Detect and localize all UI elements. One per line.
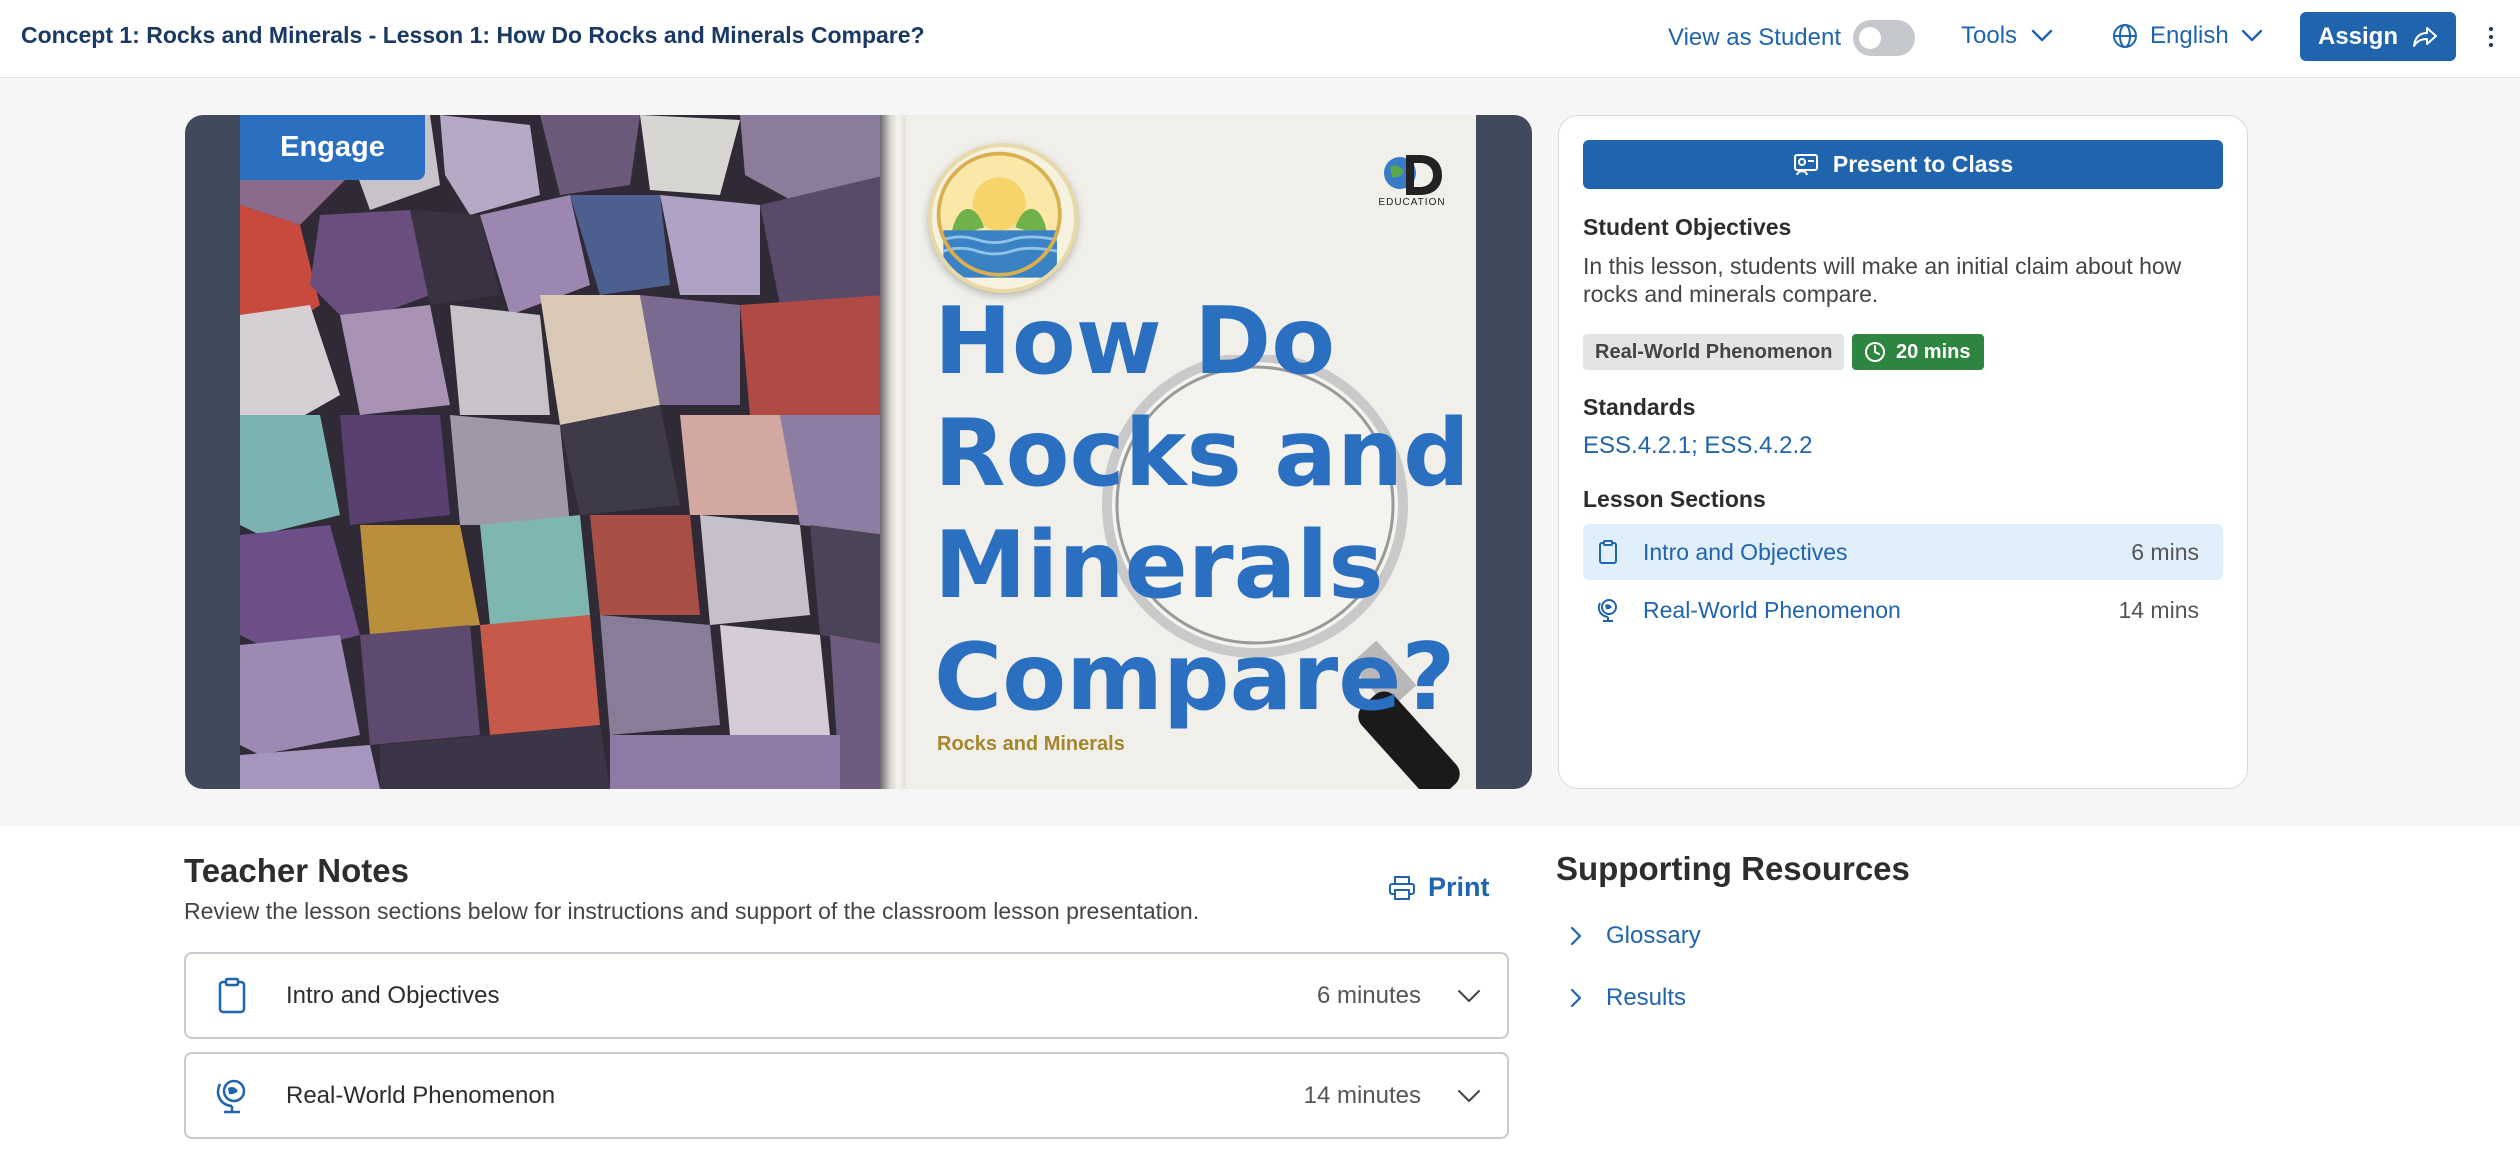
assign-label: Assign (2317, 22, 2398, 50)
share-arrow-icon (2413, 26, 2437, 47)
supporting-resources-title: Supporting Resources (1556, 850, 1910, 887)
lesson-section-phenomenon[interactable]: Real-World Phenomenon 14 mins (1583, 582, 2223, 638)
print-label: Print (1428, 872, 1490, 902)
slide-preview[interactable]: Engage EDUCATION How Do Rocks and Minera… (185, 115, 1532, 789)
accordion-time: 6 minutes (1316, 981, 1421, 1009)
clipboard-icon (1599, 540, 1617, 564)
rocks-image (240, 115, 886, 789)
chevron-down-icon (1458, 989, 1480, 1002)
nature-badge-icon (928, 143, 1078, 293)
globe-pin-icon (216, 1079, 246, 1113)
page-title: Concept 1: Rocks and Minerals - Lesson 1… (21, 22, 925, 48)
assign-button[interactable]: Assign (2300, 12, 2456, 61)
lesson-section-intro[interactable]: Intro and Objectives 6 mins (1583, 524, 2223, 580)
chevron-right-icon (1570, 988, 1582, 1008)
language-label: English (2150, 22, 2229, 49)
teacher-notes-item-intro[interactable]: Intro and Objectives 6 minutes (184, 952, 1509, 1039)
printer-icon (1389, 875, 1415, 900)
lesson-section-label: Intro and Objectives (1643, 538, 1848, 565)
globe-pin-icon (1597, 599, 1617, 622)
chevron-down-icon (1458, 1089, 1480, 1102)
duration-label: 20 mins (1896, 340, 1971, 363)
page-curl (880, 115, 906, 789)
print-button[interactable]: Print (1388, 872, 1490, 903)
teacher-notes-item-phenomenon[interactable]: Real-World Phenomenon 14 minutes (184, 1052, 1509, 1139)
top-header: Concept 1: Rocks and Minerals - Lesson 1… (0, 0, 2520, 78)
language-selector[interactable]: English (2112, 22, 2263, 50)
engage-tag: Engage (240, 115, 425, 180)
standards-heading: Standards (1583, 394, 1696, 420)
lesson-section-label: Real-World Phenomenon (1643, 596, 1901, 623)
lesson-sections-heading: Lesson Sections (1583, 486, 1766, 512)
slide-heading-line: How Do (934, 287, 1336, 395)
student-objectives-heading: Student Objectives (1583, 214, 1792, 240)
brand-label: EDUCATION (1378, 197, 1446, 208)
student-objectives-text: In this lesson, students will make an in… (1583, 253, 2182, 307)
accordion-label: Real-World Phenomenon (286, 1081, 556, 1109)
rocks-photo-icon (240, 115, 886, 789)
present-to-class-button[interactable]: Present to Class (1583, 140, 2223, 189)
accordion-label: Intro and Objectives (286, 981, 500, 1009)
resource-glossary[interactable]: Glossary (1570, 922, 1701, 950)
phenomenon-tag: Real-World Phenomenon (1583, 334, 1845, 370)
slide-subtitle: Rocks and Minerals (937, 733, 1125, 755)
clock-icon (1865, 342, 1885, 362)
chevron-down-icon (2241, 29, 2262, 42)
teacher-notes-description: Review the lesson sections below for ins… (184, 898, 1200, 924)
slide-heading: How Do Rocks and Minerals Compare? (934, 285, 1470, 733)
slide-heading-line: Minerals (934, 511, 1384, 619)
tools-label: Tools (1961, 22, 2018, 49)
resource-label: Glossary (1606, 922, 1701, 949)
chevron-right-icon (1570, 926, 1582, 946)
standards-links[interactable]: ESS.4.2.1; ESS.4.2.2 (1583, 432, 1812, 460)
duration-badge: 20 mins (1852, 334, 1985, 370)
teacher-notes-title: Teacher Notes (184, 852, 409, 889)
lesson-section-time: 6 mins (2131, 538, 2199, 565)
view-as-student-toggle[interactable] (1853, 20, 1915, 56)
slide-heading-line: Compare? (934, 623, 1456, 731)
slide-heading-line: Rocks and (934, 399, 1470, 507)
slide-cover: Engage EDUCATION How Do Rocks and Minera… (240, 115, 1476, 789)
view-as-student-label: View as Student (1668, 24, 1842, 51)
globe-icon (2113, 24, 2137, 48)
lesson-info-card: Present to Class Student Objectives In t… (1558, 115, 2248, 789)
tools-menu-button[interactable]: Tools (1961, 22, 2053, 50)
lesson-section-time: 14 mins (2118, 596, 2199, 623)
discovery-education-logo: EDUCATION (1372, 145, 1452, 215)
clipboard-icon (218, 977, 246, 1013)
chevron-down-icon (2031, 29, 2053, 42)
more-options-icon[interactable] (2484, 20, 2498, 54)
present-to-class-label: Present to Class (1832, 151, 2014, 177)
accordion-time: 14 minutes (1303, 1081, 1421, 1109)
resource-results[interactable]: Results (1570, 984, 1686, 1012)
resource-label: Results (1606, 984, 1687, 1011)
present-screen-icon (1793, 153, 1818, 175)
